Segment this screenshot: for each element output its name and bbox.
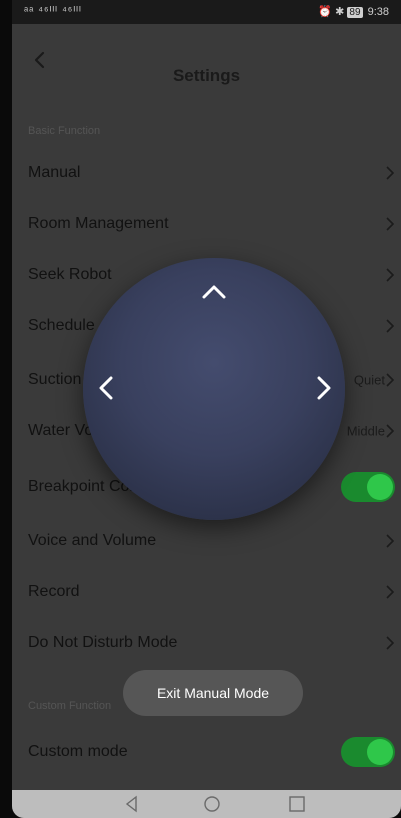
row-value: Quiet — [353, 372, 385, 388]
manual-control-joystick[interactable] — [83, 258, 345, 520]
chevron-right-icon — [386, 166, 395, 180]
chevron-left-icon[interactable] — [89, 370, 125, 406]
chevron-right-icon — [386, 373, 395, 387]
row-label: Suction — [28, 371, 82, 388]
settings-row-voice-volume[interactable]: Voice and Volume — [12, 516, 401, 566]
triangle-back-icon[interactable] — [123, 795, 141, 813]
toggle-knob — [367, 739, 393, 765]
status-right: ⏰ ✱ 89 9:38 — [318, 5, 389, 18]
row-label: Record — [28, 583, 80, 600]
chevron-right-icon — [386, 636, 395, 650]
row-label: Manual — [28, 164, 81, 181]
bluetooth-icon: ✱ — [335, 6, 345, 18]
circle-home-icon[interactable] — [203, 795, 221, 813]
system-nav-bar — [12, 790, 401, 818]
row-label: Schedule — [28, 317, 95, 334]
page-title: Settings — [172, 66, 241, 85]
status-bar: ᵃᵃ ⁴⁶ᴵᴵᴵ ⁴⁶ᴵᴵᴵ ⏰ ✱ 89 9:38 — [12, 0, 401, 24]
chevron-right-icon — [386, 319, 395, 333]
chevron-right-icon — [386, 585, 395, 599]
chevron-right-icon — [386, 424, 395, 438]
phone-screen: ᵃᵃ ⁴⁶ᴵᴵᴵ ⁴⁶ᴵᴵᴵ ⏰ ✱ 89 9:38 Settings Basi… — [12, 0, 401, 818]
row-label: Do Not Disturb Mode — [28, 634, 178, 651]
alarm-icon: ⏰ — [318, 6, 333, 18]
row-label: Seek Robot — [28, 266, 112, 283]
row-label: Voice and Volume — [28, 532, 157, 549]
chevron-right-icon — [386, 217, 395, 231]
battery-level: 89 — [347, 7, 363, 18]
exit-manual-mode-button[interactable]: Exit Manual Mode — [123, 670, 303, 716]
square-recents-icon[interactable] — [288, 795, 306, 813]
toggle-knob — [367, 474, 393, 500]
clock: 9:38 — [367, 6, 389, 18]
chevron-right-icon — [386, 268, 395, 282]
row-label: Room Management — [28, 215, 169, 232]
row-value: Middle — [346, 423, 385, 439]
section-label-basic: Basic Function — [28, 125, 101, 137]
settings-row-manual[interactable]: Manual — [12, 148, 401, 198]
row-label: Custom mode — [28, 743, 128, 760]
chevron-right-icon[interactable] — [305, 370, 341, 406]
breakpoint-toggle[interactable] — [341, 472, 395, 502]
chevron-right-icon — [386, 534, 395, 548]
settings-row-room-management[interactable]: Room Management — [12, 199, 401, 249]
app-header: Settings — [12, 24, 401, 104]
settings-row-record[interactable]: Record — [12, 567, 401, 617]
custom-mode-toggle[interactable] — [341, 737, 395, 767]
settings-row-do-not-disturb[interactable]: Do Not Disturb Mode — [12, 618, 401, 668]
signal-indicators: ᵃᵃ ⁴⁶ᴵᴵᴵ ⁴⁶ᴵᴵᴵ — [24, 5, 82, 17]
settings-row-custom-mode: Custom mode — [12, 727, 401, 777]
chevron-up-icon[interactable] — [196, 274, 232, 310]
section-label-custom: Custom Function — [28, 700, 112, 712]
